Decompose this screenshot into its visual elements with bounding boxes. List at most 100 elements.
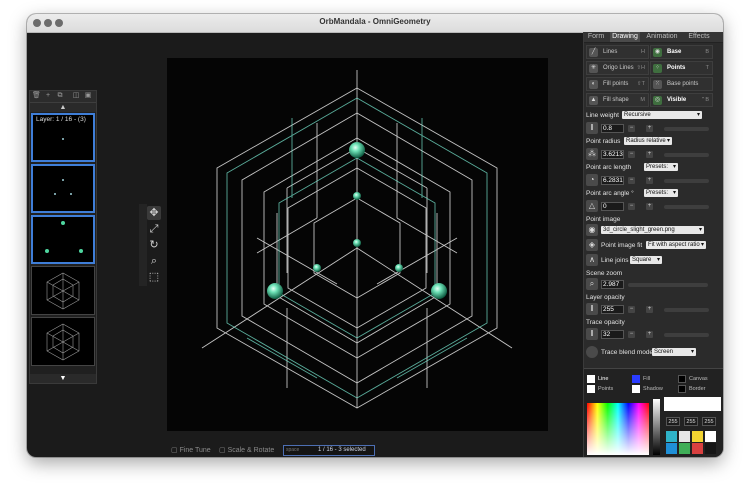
scene-zoom-input[interactable]: 2.987: [601, 280, 624, 289]
point-arc-length-presets[interactable]: Presets:: [644, 163, 678, 171]
toggle-label: Points: [667, 65, 686, 71]
scale-rotate-button[interactable]: ▢ Scale & Rotate: [219, 446, 274, 454]
increment-button[interactable]: +: [646, 125, 653, 132]
origo-lines-icon: ✳: [589, 64, 598, 73]
point-image-select[interactable]: 3d_circle_slight_green.png: [601, 226, 704, 234]
point-radius-input[interactable]: 3.6213: [601, 150, 624, 159]
toggle-fill-points[interactable]: ◐ Fill points ⇧T: [586, 77, 649, 91]
blue-input[interactable]: 255: [702, 417, 716, 426]
increment-button[interactable]: +: [646, 331, 653, 338]
marquee-icon[interactable]: ⬚: [147, 270, 161, 284]
increment-button[interactable]: +: [646, 177, 653, 184]
decrement-button[interactable]: −: [628, 125, 635, 132]
layers-scroll-down[interactable]: ▼: [30, 374, 96, 383]
line-weight-mode-select[interactable]: Recursive: [622, 111, 702, 119]
trace-opacity-slider[interactable]: [664, 333, 709, 337]
points-color-swatch[interactable]: [587, 385, 595, 393]
toggle-label: Fill points: [603, 81, 629, 87]
toggle-visible[interactable]: ◎ Visible ⌃B: [650, 93, 713, 107]
border-color-swatch[interactable]: [678, 385, 686, 393]
toggle-origo-lines[interactable]: ✳ Origo Lines ⇧H: [586, 61, 649, 75]
decrement-button[interactable]: −: [628, 306, 635, 313]
toggle-label: Fill shape: [603, 97, 629, 103]
layers-scroll-up[interactable]: ▲: [30, 103, 96, 112]
tab-animation[interactable]: Animation: [642, 32, 682, 42]
zoom-icon[interactable]: ⌕: [147, 254, 161, 268]
point-radius-slider[interactable]: [664, 153, 709, 157]
history-swatch[interactable]: [666, 431, 677, 442]
history-swatch[interactable]: [679, 443, 690, 454]
point-radius-mode-select[interactable]: Radius relative: [624, 137, 672, 145]
merge-icon[interactable]: ◫: [72, 92, 80, 100]
layer-thumb-1[interactable]: Layer: 1 / 16 - (3): [31, 113, 95, 162]
layer-thumb-4[interactable]: [31, 266, 95, 315]
toggle-fill-shape[interactable]: ▲ Fill shape M: [586, 93, 649, 107]
decrement-button[interactable]: −: [628, 331, 635, 338]
tab-form[interactable]: Form: [584, 32, 608, 42]
shortcut-key: ⌃B: [700, 97, 709, 103]
trace-opacity-input[interactable]: 32: [601, 330, 624, 339]
color-picker-field[interactable]: [587, 403, 649, 455]
toggle-label: Base: [667, 49, 682, 55]
rotate-icon[interactable]: ↻: [147, 238, 161, 252]
layer-thumb-5[interactable]: [31, 317, 95, 366]
increment-button[interactable]: +: [646, 306, 653, 313]
lines-icon: ╱: [589, 48, 598, 57]
move-icon[interactable]: ✥: [147, 206, 161, 220]
layer-thumb-2[interactable]: [31, 164, 95, 213]
layer-thumb-3[interactable]: [31, 215, 95, 264]
scene-zoom-slider[interactable]: [628, 283, 708, 287]
duplicate-icon[interactable]: ⧉: [56, 92, 64, 100]
layer-opacity-slider[interactable]: [664, 308, 709, 312]
history-swatch[interactable]: [666, 443, 677, 454]
add-icon[interactable]: +: [44, 92, 52, 100]
point-arc-angle-presets[interactable]: Presets:: [644, 189, 678, 197]
orb-point: [349, 142, 365, 158]
brightness-slider[interactable]: [653, 399, 660, 455]
toggle-points[interactable]: ⁘ Points T: [650, 61, 713, 75]
tab-effects[interactable]: Effects: [684, 32, 714, 42]
canvas-color-swatch[interactable]: [678, 375, 686, 383]
decrement-button[interactable]: −: [628, 203, 635, 210]
layer-opacity-label: Layer opacity: [586, 294, 625, 301]
orb-point: [313, 264, 321, 272]
fit-icon[interactable]: ⤢: [147, 222, 161, 236]
toggle-lines[interactable]: ╱ Lines H: [586, 45, 649, 59]
history-swatch[interactable]: [705, 443, 716, 454]
history-swatch[interactable]: [692, 443, 703, 454]
points-icon: ⁘: [653, 64, 662, 73]
point-image-fit-select[interactable]: Fit with aspect ratio: [646, 241, 706, 249]
trash-icon[interactable]: 🗑: [32, 92, 41, 100]
group-icon[interactable]: ▣: [84, 92, 92, 100]
point-arc-length-slider[interactable]: [664, 179, 709, 183]
point-arc-angle-slider[interactable]: [664, 205, 709, 209]
shortcut-key: ⇧T: [637, 81, 645, 87]
line-weight-slider[interactable]: [664, 127, 709, 131]
layers-toolbar: 🗑 + ⧉ ◫ ▣: [30, 91, 96, 103]
tool-strip: ✥ ⤢ ↻ ⌕ ⬚: [147, 204, 161, 286]
fill-color-swatch[interactable]: [632, 375, 640, 383]
increment-button[interactable]: +: [646, 151, 653, 158]
point-arc-length-input[interactable]: 6.2831: [601, 176, 624, 185]
line-weight-input[interactable]: 0.8: [601, 124, 624, 133]
line-color-swatch[interactable]: [587, 375, 595, 383]
fine-tune-button[interactable]: ▢ Fine Tune: [171, 446, 211, 454]
history-swatch[interactable]: [692, 431, 703, 442]
tab-drawing[interactable]: Drawing: [610, 32, 640, 42]
history-swatch[interactable]: [679, 431, 690, 442]
point-arc-angle-input[interactable]: 0: [601, 202, 624, 211]
red-input[interactable]: 255: [666, 417, 680, 426]
green-input[interactable]: 255: [684, 417, 698, 426]
vertical-tab-strip[interactable]: [139, 204, 147, 286]
layer-opacity-input[interactable]: 255: [601, 305, 624, 314]
toggle-base-points[interactable]: ⁙ Base points: [650, 77, 713, 91]
drawing-canvas[interactable]: [167, 58, 548, 431]
decrement-button[interactable]: −: [628, 177, 635, 184]
increment-button[interactable]: +: [646, 203, 653, 210]
toggle-base[interactable]: ◉ Base B: [650, 45, 713, 59]
shadow-color-swatch[interactable]: [632, 385, 640, 393]
history-swatch[interactable]: [705, 431, 716, 442]
line-joins-select[interactable]: Square: [630, 256, 662, 264]
decrement-button[interactable]: −: [628, 151, 635, 158]
trace-blend-select[interactable]: Screen: [652, 348, 696, 356]
